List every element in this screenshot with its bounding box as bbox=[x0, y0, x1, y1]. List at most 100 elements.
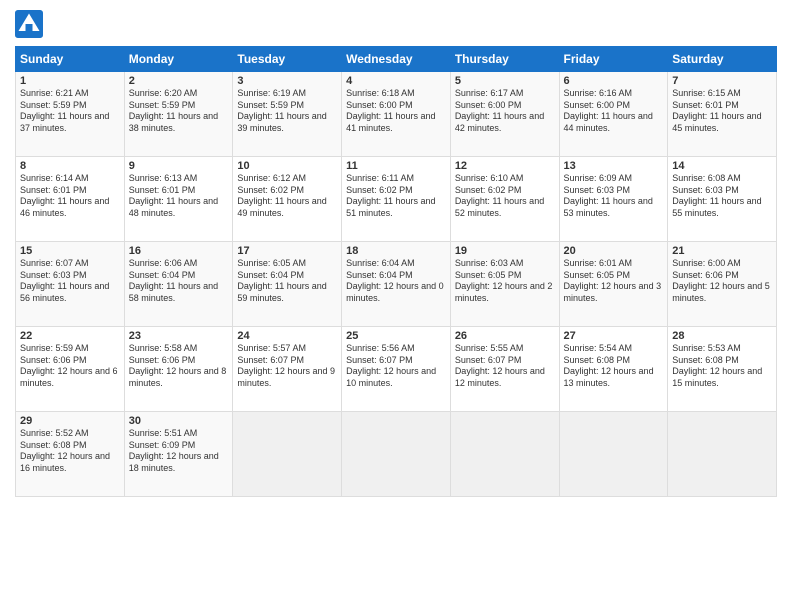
day-number: 30 bbox=[129, 415, 229, 427]
day-number: 11 bbox=[346, 160, 446, 172]
day-info: Sunrise: 6:13 AM Sunset: 6:01 PM Dayligh… bbox=[129, 173, 229, 220]
day-cell: 23Sunrise: 5:58 AM Sunset: 6:06 PM Dayli… bbox=[124, 327, 233, 412]
logo bbox=[15, 10, 47, 38]
day-cell: 3Sunrise: 6:19 AM Sunset: 5:59 PM Daylig… bbox=[233, 72, 342, 157]
day-cell: 18Sunrise: 6:04 AM Sunset: 6:04 PM Dayli… bbox=[342, 242, 451, 327]
logo-icon bbox=[15, 10, 43, 38]
day-info: Sunrise: 5:59 AM Sunset: 6:06 PM Dayligh… bbox=[20, 343, 120, 390]
day-cell bbox=[559, 412, 668, 497]
day-cell bbox=[233, 412, 342, 497]
day-info: Sunrise: 5:54 AM Sunset: 6:08 PM Dayligh… bbox=[564, 343, 664, 390]
day-number: 7 bbox=[672, 75, 772, 87]
day-number: 13 bbox=[564, 160, 664, 172]
day-number: 16 bbox=[129, 245, 229, 257]
day-number: 10 bbox=[237, 160, 337, 172]
day-info: Sunrise: 6:15 AM Sunset: 6:01 PM Dayligh… bbox=[672, 88, 772, 135]
column-header-monday: Monday bbox=[124, 47, 233, 72]
column-header-saturday: Saturday bbox=[668, 47, 777, 72]
day-number: 28 bbox=[672, 330, 772, 342]
day-cell: 20Sunrise: 6:01 AM Sunset: 6:05 PM Dayli… bbox=[559, 242, 668, 327]
calendar-body: 1Sunrise: 6:21 AM Sunset: 5:59 PM Daylig… bbox=[16, 72, 777, 497]
day-cell: 6Sunrise: 6:16 AM Sunset: 6:00 PM Daylig… bbox=[559, 72, 668, 157]
day-number: 5 bbox=[455, 75, 555, 87]
day-info: Sunrise: 6:16 AM Sunset: 6:00 PM Dayligh… bbox=[564, 88, 664, 135]
day-number: 8 bbox=[20, 160, 120, 172]
column-header-sunday: Sunday bbox=[16, 47, 125, 72]
day-number: 19 bbox=[455, 245, 555, 257]
day-info: Sunrise: 6:18 AM Sunset: 6:00 PM Dayligh… bbox=[346, 88, 446, 135]
day-info: Sunrise: 5:51 AM Sunset: 6:09 PM Dayligh… bbox=[129, 428, 229, 475]
day-number: 27 bbox=[564, 330, 664, 342]
day-number: 2 bbox=[129, 75, 229, 87]
day-cell: 15Sunrise: 6:07 AM Sunset: 6:03 PM Dayli… bbox=[16, 242, 125, 327]
day-cell: 14Sunrise: 6:08 AM Sunset: 6:03 PM Dayli… bbox=[668, 157, 777, 242]
day-cell: 29Sunrise: 5:52 AM Sunset: 6:08 PM Dayli… bbox=[16, 412, 125, 497]
day-number: 24 bbox=[237, 330, 337, 342]
day-cell: 12Sunrise: 6:10 AM Sunset: 6:02 PM Dayli… bbox=[450, 157, 559, 242]
column-header-friday: Friday bbox=[559, 47, 668, 72]
day-cell: 26Sunrise: 5:55 AM Sunset: 6:07 PM Dayli… bbox=[450, 327, 559, 412]
day-cell: 7Sunrise: 6:15 AM Sunset: 6:01 PM Daylig… bbox=[668, 72, 777, 157]
day-cell: 28Sunrise: 5:53 AM Sunset: 6:08 PM Dayli… bbox=[668, 327, 777, 412]
day-info: Sunrise: 5:56 AM Sunset: 6:07 PM Dayligh… bbox=[346, 343, 446, 390]
page-header bbox=[15, 10, 777, 38]
day-info: Sunrise: 6:09 AM Sunset: 6:03 PM Dayligh… bbox=[564, 173, 664, 220]
day-info: Sunrise: 6:11 AM Sunset: 6:02 PM Dayligh… bbox=[346, 173, 446, 220]
column-header-thursday: Thursday bbox=[450, 47, 559, 72]
day-info: Sunrise: 6:05 AM Sunset: 6:04 PM Dayligh… bbox=[237, 258, 337, 305]
day-cell: 24Sunrise: 5:57 AM Sunset: 6:07 PM Dayli… bbox=[233, 327, 342, 412]
day-info: Sunrise: 6:03 AM Sunset: 6:05 PM Dayligh… bbox=[455, 258, 555, 305]
week-row: 15Sunrise: 6:07 AM Sunset: 6:03 PM Dayli… bbox=[16, 242, 777, 327]
day-cell: 8Sunrise: 6:14 AM Sunset: 6:01 PM Daylig… bbox=[16, 157, 125, 242]
day-info: Sunrise: 6:00 AM Sunset: 6:06 PM Dayligh… bbox=[672, 258, 772, 305]
header-row: SundayMondayTuesdayWednesdayThursdayFrid… bbox=[16, 47, 777, 72]
day-number: 25 bbox=[346, 330, 446, 342]
day-cell: 4Sunrise: 6:18 AM Sunset: 6:00 PM Daylig… bbox=[342, 72, 451, 157]
column-header-tuesday: Tuesday bbox=[233, 47, 342, 72]
week-row: 29Sunrise: 5:52 AM Sunset: 6:08 PM Dayli… bbox=[16, 412, 777, 497]
day-info: Sunrise: 6:06 AM Sunset: 6:04 PM Dayligh… bbox=[129, 258, 229, 305]
day-number: 1 bbox=[20, 75, 120, 87]
week-row: 22Sunrise: 5:59 AM Sunset: 6:06 PM Dayli… bbox=[16, 327, 777, 412]
day-cell bbox=[450, 412, 559, 497]
column-header-wednesday: Wednesday bbox=[342, 47, 451, 72]
day-info: Sunrise: 6:07 AM Sunset: 6:03 PM Dayligh… bbox=[20, 258, 120, 305]
week-row: 1Sunrise: 6:21 AM Sunset: 5:59 PM Daylig… bbox=[16, 72, 777, 157]
day-cell bbox=[342, 412, 451, 497]
day-cell: 21Sunrise: 6:00 AM Sunset: 6:06 PM Dayli… bbox=[668, 242, 777, 327]
day-number: 26 bbox=[455, 330, 555, 342]
day-cell: 19Sunrise: 6:03 AM Sunset: 6:05 PM Dayli… bbox=[450, 242, 559, 327]
day-info: Sunrise: 5:55 AM Sunset: 6:07 PM Dayligh… bbox=[455, 343, 555, 390]
day-info: Sunrise: 5:58 AM Sunset: 6:06 PM Dayligh… bbox=[129, 343, 229, 390]
day-number: 18 bbox=[346, 245, 446, 257]
day-info: Sunrise: 6:19 AM Sunset: 5:59 PM Dayligh… bbox=[237, 88, 337, 135]
day-cell: 1Sunrise: 6:21 AM Sunset: 5:59 PM Daylig… bbox=[16, 72, 125, 157]
day-info: Sunrise: 6:04 AM Sunset: 6:04 PM Dayligh… bbox=[346, 258, 446, 305]
day-number: 12 bbox=[455, 160, 555, 172]
day-cell bbox=[668, 412, 777, 497]
day-info: Sunrise: 6:14 AM Sunset: 6:01 PM Dayligh… bbox=[20, 173, 120, 220]
day-info: Sunrise: 6:08 AM Sunset: 6:03 PM Dayligh… bbox=[672, 173, 772, 220]
day-number: 20 bbox=[564, 245, 664, 257]
day-cell: 9Sunrise: 6:13 AM Sunset: 6:01 PM Daylig… bbox=[124, 157, 233, 242]
day-info: Sunrise: 5:57 AM Sunset: 6:07 PM Dayligh… bbox=[237, 343, 337, 390]
calendar-header: SundayMondayTuesdayWednesdayThursdayFrid… bbox=[16, 47, 777, 72]
day-cell: 11Sunrise: 6:11 AM Sunset: 6:02 PM Dayli… bbox=[342, 157, 451, 242]
day-number: 9 bbox=[129, 160, 229, 172]
calendar-table: SundayMondayTuesdayWednesdayThursdayFrid… bbox=[15, 46, 777, 497]
day-info: Sunrise: 6:01 AM Sunset: 6:05 PM Dayligh… bbox=[564, 258, 664, 305]
day-info: Sunrise: 6:10 AM Sunset: 6:02 PM Dayligh… bbox=[455, 173, 555, 220]
day-number: 15 bbox=[20, 245, 120, 257]
calendar-page: SundayMondayTuesdayWednesdayThursdayFrid… bbox=[0, 0, 792, 612]
day-cell: 25Sunrise: 5:56 AM Sunset: 6:07 PM Dayli… bbox=[342, 327, 451, 412]
day-number: 21 bbox=[672, 245, 772, 257]
day-number: 29 bbox=[20, 415, 120, 427]
day-info: Sunrise: 6:17 AM Sunset: 6:00 PM Dayligh… bbox=[455, 88, 555, 135]
day-info: Sunrise: 6:21 AM Sunset: 5:59 PM Dayligh… bbox=[20, 88, 120, 135]
day-number: 3 bbox=[237, 75, 337, 87]
day-cell: 17Sunrise: 6:05 AM Sunset: 6:04 PM Dayli… bbox=[233, 242, 342, 327]
day-cell: 13Sunrise: 6:09 AM Sunset: 6:03 PM Dayli… bbox=[559, 157, 668, 242]
day-info: Sunrise: 6:12 AM Sunset: 6:02 PM Dayligh… bbox=[237, 173, 337, 220]
day-info: Sunrise: 6:20 AM Sunset: 5:59 PM Dayligh… bbox=[129, 88, 229, 135]
day-cell: 22Sunrise: 5:59 AM Sunset: 6:06 PM Dayli… bbox=[16, 327, 125, 412]
